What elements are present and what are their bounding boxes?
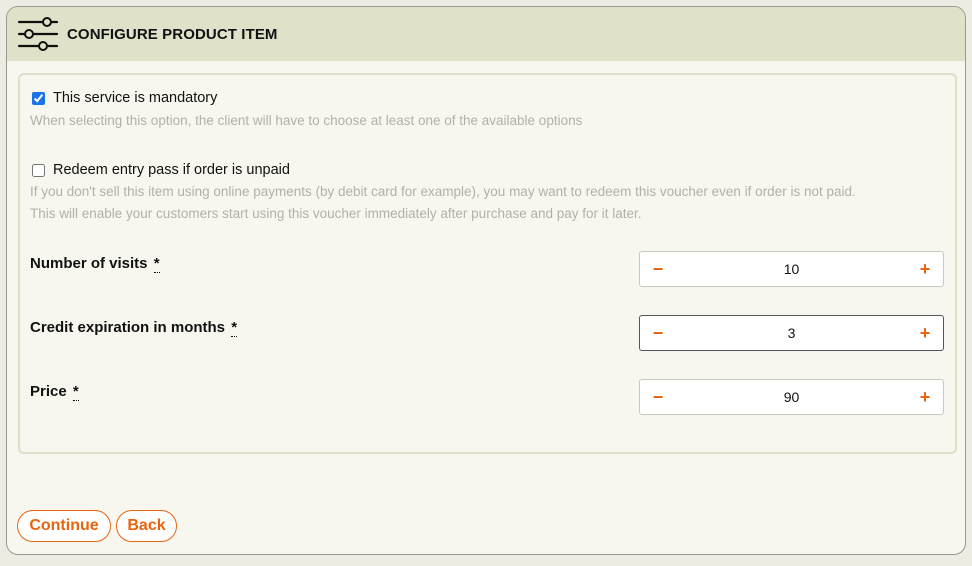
redeem-checkbox[interactable] bbox=[32, 163, 45, 177]
continue-button[interactable]: Continue bbox=[17, 510, 111, 542]
redeem-label: Redeem entry pass if order is unpaid bbox=[53, 162, 290, 178]
visits-input[interactable] bbox=[676, 260, 907, 278]
price-increment-button[interactable]: + bbox=[907, 380, 943, 414]
required-mark: * bbox=[231, 319, 238, 337]
configure-product-dialog: CONFIGURE PRODUCT ITEM This service is m… bbox=[6, 6, 966, 555]
visits-label: Number of visits * bbox=[30, 255, 160, 273]
required-mark: * bbox=[153, 255, 160, 273]
dialog-title: CONFIGURE PRODUCT ITEM bbox=[67, 25, 278, 43]
redeem-hint-line1: If you don't sell this item using online… bbox=[30, 184, 856, 199]
expiration-label: Credit expiration in months * bbox=[30, 319, 238, 337]
price-stepper: − + bbox=[639, 379, 944, 415]
price-input[interactable] bbox=[676, 388, 907, 406]
mandatory-label: This service is mandatory bbox=[53, 90, 218, 106]
expiration-input[interactable] bbox=[676, 324, 907, 342]
expiration-stepper: − + bbox=[639, 315, 944, 351]
expiration-increment-button[interactable]: + bbox=[907, 316, 943, 350]
required-mark: * bbox=[72, 383, 79, 401]
options-panel: This service is mandatory When selecting… bbox=[18, 73, 957, 454]
redeem-option[interactable]: Redeem entry pass if order is unpaid bbox=[32, 162, 290, 178]
dialog-header: CONFIGURE PRODUCT ITEM bbox=[7, 7, 965, 61]
redeem-hint-line2: This will enable your customers start us… bbox=[30, 206, 642, 221]
visits-decrement-button[interactable]: − bbox=[640, 252, 676, 286]
visits-increment-button[interactable]: + bbox=[907, 252, 943, 286]
price-decrement-button[interactable]: − bbox=[640, 380, 676, 414]
price-label: Price * bbox=[30, 383, 79, 401]
mandatory-checkbox[interactable] bbox=[32, 91, 45, 105]
visits-stepper: − + bbox=[639, 251, 944, 287]
mandatory-option[interactable]: This service is mandatory bbox=[32, 90, 217, 106]
sliders-icon bbox=[17, 17, 59, 51]
mandatory-hint: When selecting this option, the client w… bbox=[30, 113, 583, 128]
expiration-decrement-button[interactable]: − bbox=[640, 316, 676, 350]
back-button[interactable]: Back bbox=[116, 510, 177, 542]
